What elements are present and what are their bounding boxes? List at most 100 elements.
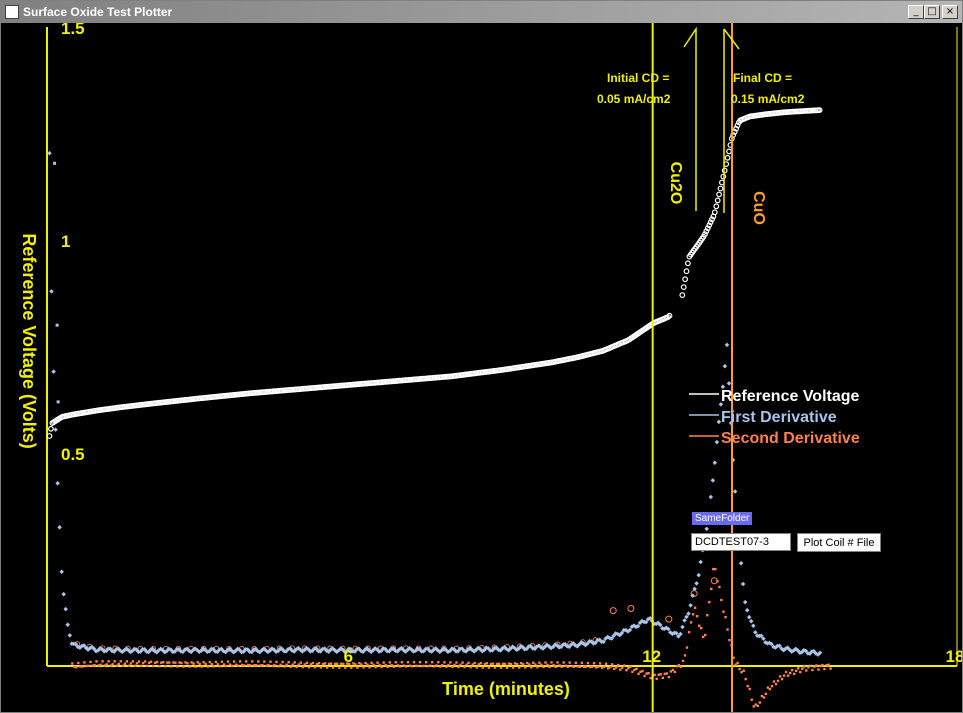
second-derivative-point <box>236 664 240 667</box>
second-derivative-point <box>813 665 816 668</box>
second-derivative-point <box>576 665 579 668</box>
second-derivative-point <box>382 661 385 664</box>
second-derivative-point <box>127 664 131 667</box>
second-derivative-point <box>293 661 296 664</box>
second-derivative-point <box>524 666 527 669</box>
reference-voltage-point <box>682 276 688 283</box>
second-derivative-point <box>87 664 90 668</box>
second-derivative-point <box>625 669 628 672</box>
second-derivative-point <box>317 662 321 665</box>
second-derivative-point <box>416 664 420 668</box>
second-derivative-point <box>718 585 721 589</box>
second-derivative-point <box>273 663 276 667</box>
minimize-button[interactable]: _ <box>908 5 924 19</box>
folder-label[interactable]: SameFolder <box>692 512 753 525</box>
y-tick-label: 1.5 <box>61 23 85 38</box>
second-derivative-point <box>756 704 759 707</box>
cuo-label: CuO <box>750 191 767 225</box>
second-derivative-point <box>457 665 460 669</box>
second-derivative-point <box>323 662 327 665</box>
first-derivative-point <box>682 618 687 623</box>
second-derivative-point <box>331 666 335 669</box>
second-derivative-point <box>495 662 499 666</box>
second-derivative-point <box>627 604 635 612</box>
second-derivative-point <box>542 665 545 669</box>
second-derivative-point <box>303 663 306 666</box>
second-derivative-point <box>299 661 302 664</box>
second-derivative-point <box>687 631 691 634</box>
second-derivative-point <box>493 666 497 669</box>
second-derivative-point <box>267 663 270 667</box>
second-derivative-point <box>481 666 484 669</box>
first-derivative-point <box>67 633 73 638</box>
second-derivative-point <box>89 660 92 664</box>
reference-voltage-point <box>685 260 691 267</box>
x-tick-label: 12 <box>642 647 661 666</box>
second-derivative-point <box>631 670 634 673</box>
second-derivative-point <box>259 664 262 667</box>
second-derivative-point <box>180 661 183 665</box>
second-derivative-point <box>673 670 677 674</box>
second-derivative-point <box>485 662 488 665</box>
app-window: Surface Oxide Test Plotter _ □ × 6 12 18 0.… <box>0 0 963 713</box>
reference-voltage-point <box>683 268 690 275</box>
second-derivative-point <box>566 665 569 668</box>
cu2o-bracket <box>683 26 697 211</box>
second-derivative-point <box>530 666 533 669</box>
second-derivative-point <box>358 662 361 665</box>
file-name-input[interactable] <box>691 533 791 551</box>
first-derivative-point <box>740 581 746 587</box>
second-derivative-point <box>659 673 662 676</box>
second-derivative-point <box>536 666 539 669</box>
second-derivative-point <box>649 676 652 680</box>
second-derivative-point <box>584 665 588 668</box>
second-derivative-point <box>305 661 309 664</box>
second-derivative-point <box>736 661 739 665</box>
second-derivative-point <box>534 663 537 666</box>
second-derivative-point <box>301 665 304 669</box>
second-derivative-point <box>261 663 264 667</box>
second-derivative-point <box>429 664 432 667</box>
close-button[interactable]: × <box>942 5 958 19</box>
second-derivative-point <box>574 661 577 664</box>
second-derivative-point <box>665 615 673 623</box>
second-derivative-point <box>129 662 133 665</box>
second-derivative-point <box>311 661 315 665</box>
second-derivative-point <box>263 660 266 663</box>
second-derivative-point <box>795 669 798 672</box>
second-derivative-point <box>586 661 590 665</box>
second-derivative-point <box>412 661 416 664</box>
second-derivative-point <box>158 665 161 668</box>
second-derivative-point <box>113 660 116 663</box>
second-derivative-point <box>568 661 571 664</box>
y-axis-title: Reference Voltage (Volts) <box>19 233 39 448</box>
second-derivative-point <box>746 684 749 688</box>
legend-entry: Second Derivative <box>721 430 860 447</box>
second-derivative-point <box>425 661 428 664</box>
second-derivative-point <box>218 665 222 668</box>
second-derivative-point <box>728 638 731 642</box>
second-derivative-point <box>513 662 517 665</box>
second-derivative-point <box>230 664 234 667</box>
second-derivative-point <box>776 679 780 683</box>
plot-coil-button[interactable]: Plot Coil # File <box>797 533 881 552</box>
first-derivative-point <box>742 599 748 605</box>
second-derivative-point <box>214 660 218 664</box>
second-derivative-point <box>708 600 711 604</box>
second-derivative-point <box>194 665 197 668</box>
second-derivative-point <box>477 663 480 666</box>
reference-voltage-point <box>724 154 731 161</box>
title-bar[interactable]: Surface Oxide Test Plotter _ □ × <box>1 1 962 23</box>
chart-svg: 6 12 18 0.5 1 1.5 Time (minutes) Reference Volt… <box>19 23 962 712</box>
second-derivative-point <box>119 660 122 663</box>
first-derivative-point <box>744 607 750 613</box>
second-derivative-point <box>192 662 195 665</box>
y-tick-label: 1 <box>61 232 70 251</box>
maximize-button[interactable]: □ <box>924 5 940 19</box>
second-derivative-point <box>392 665 395 668</box>
second-derivative-point <box>441 664 444 667</box>
second-derivative-point <box>516 663 519 666</box>
second-derivative-point <box>499 666 503 669</box>
second-derivative-point <box>522 663 525 666</box>
second-derivative-point <box>598 662 602 665</box>
